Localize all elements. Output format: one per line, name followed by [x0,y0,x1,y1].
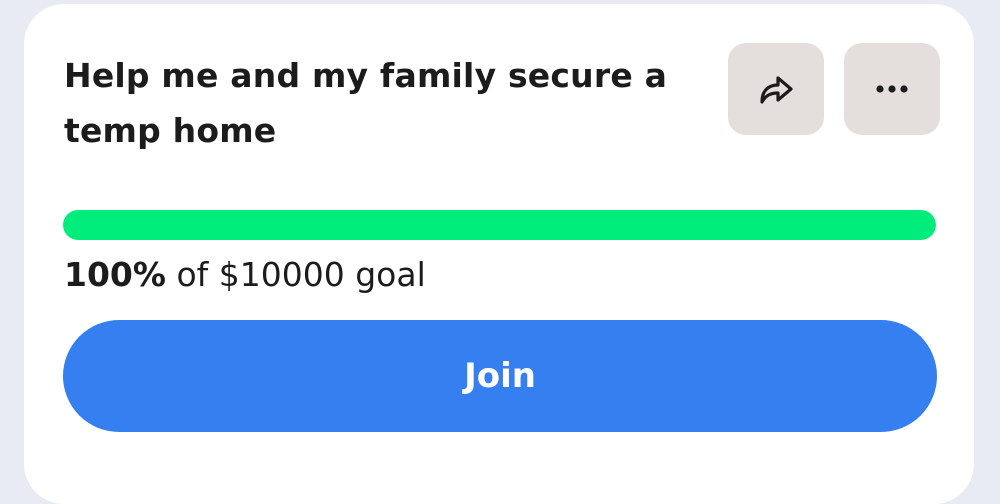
share-button[interactable] [728,43,824,135]
goal-amount: of $10000 goal [165,255,426,294]
more-options-button[interactable] [844,43,940,135]
campaign-card: Help me and my family secure a temp home… [24,4,974,504]
join-button[interactable]: Join [63,320,937,432]
progress-bar [63,210,936,240]
progress-bar-fill [63,210,936,240]
progress-percent: 100% [64,255,166,294]
campaign-title: Help me and my family secure a temp home [64,56,668,150]
goal-text: 100% of $10000 goal [64,250,426,300]
ellipsis-icon [872,84,912,94]
share-arrow-icon [756,72,796,106]
